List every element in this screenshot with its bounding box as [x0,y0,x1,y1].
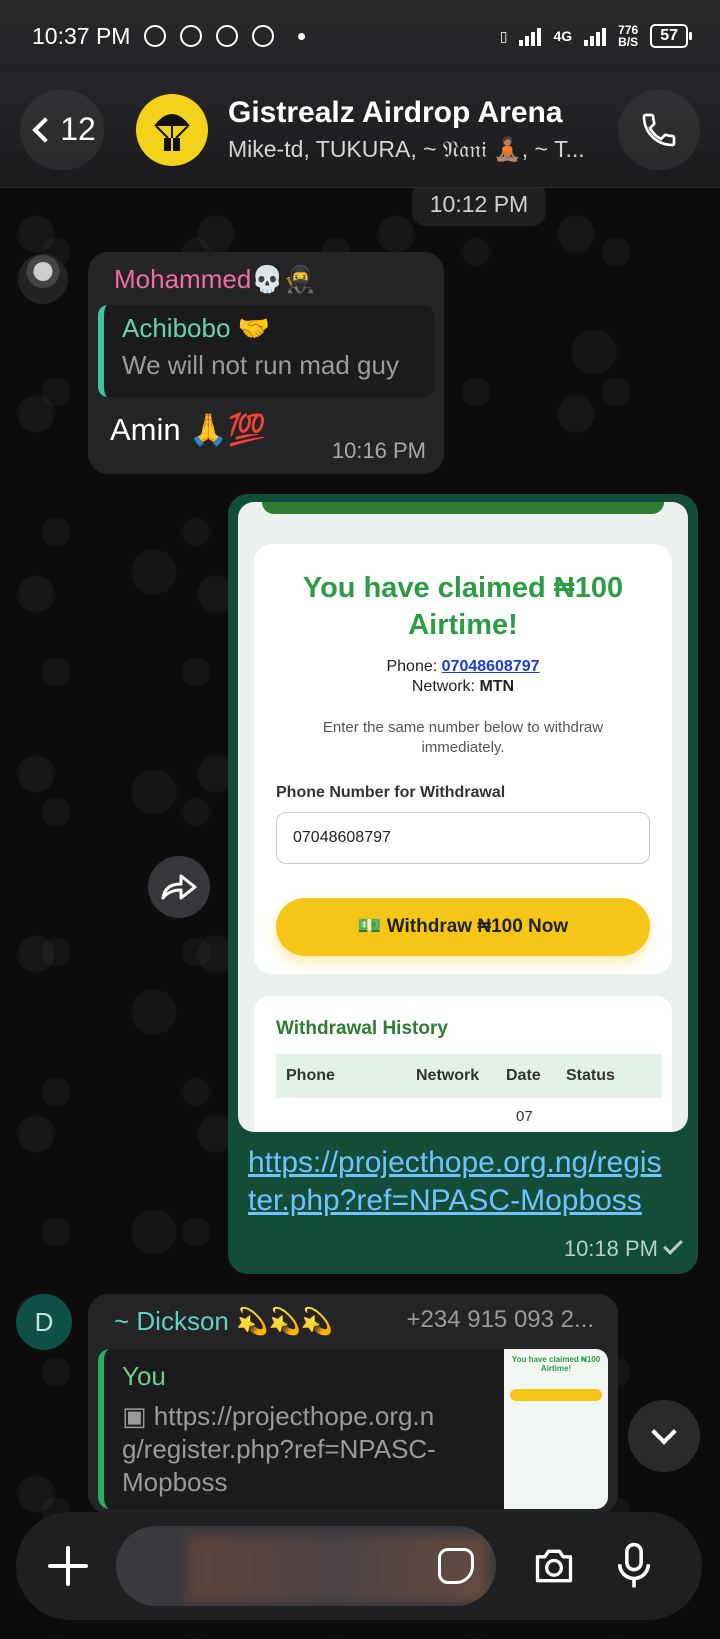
whatsapp-icon [144,25,167,47]
blocked-icon [180,25,203,47]
message-input-wrapper [116,1526,496,1606]
reply-thumbnail: You have claimed ₦100 Airtime! [504,1349,608,1509]
forward-button[interactable] [148,856,210,918]
status-time: 10:37 PM [32,22,131,49]
message-link[interactable]: https://projecthope.org.ng/register.php?… [248,1144,668,1220]
phone-input-display: 07048608797 [276,812,650,864]
screenshot-topbar [262,502,664,514]
thumb-title: You have claimed ₦100 Airtime! [511,1355,601,1373]
outgoing-message[interactable]: You have claimed ₦100 Airtime! Phone: 07… [228,494,698,1274]
sticker-icon[interactable] [438,1548,474,1584]
scroll-to-bottom-button[interactable] [628,1400,700,1472]
reply-link: https://projecthope.org.ng/register.php?… [122,1401,436,1497]
col-network: Network [416,1067,480,1084]
image-attachment[interactable]: You have claimed ₦100 Airtime! Phone: 07… [238,502,688,1132]
chat-header: 12 Gistrealz Airdrop Arena Mike-td, TUKU… [0,72,720,188]
incoming-message-2[interactable]: ~ Dickson 💫💫💫 +234 915 093 2... You ▣ ht… [88,1294,618,1514]
battery-icon: 57 [650,24,692,48]
image-icon: ▣ [122,1401,154,1431]
attach-plus-button[interactable] [40,1538,96,1594]
claim-hint: Enter the same number below to withdraw … [322,719,604,756]
claim-title: You have claimed ₦100 Airtime! [302,572,624,641]
chevron-down-icon [651,1419,677,1445]
quoted-reply[interactable]: You ▣ https://projecthope.org.ng/registe… [98,1349,608,1509]
network-label: Network: [411,678,475,695]
network-type: 4G [553,28,573,44]
whatsapp-icon-2 [216,25,239,47]
thumb-button [510,1389,602,1401]
unread-count: 12 [60,111,96,147]
reply-link-text: ▣ https://projecthope.org.ng/register.ph… [104,1392,444,1499]
composer-bar [16,1512,702,1620]
signal-bars-icon-2 [584,26,607,46]
row-date: 07 [516,1108,533,1125]
network-value: MTN [479,678,515,695]
chat-title: Gistrealz Airdrop Arena [228,96,563,129]
withdrawal-history: Withdrawal History Phone Network Date St… [254,996,672,1132]
col-phone: Phone [286,1067,335,1084]
forward-icon [161,874,197,900]
microphone-icon [617,1542,651,1588]
incoming-message[interactable]: Mohammed💀🥷 Achibobo 🤝 We will not run ma… [88,252,444,474]
phone-label: Phone: [386,658,438,675]
camera-button[interactable] [532,1544,576,1588]
signal-bars-icon [519,26,542,46]
quoted-text: We will not run mad guy [122,350,399,380]
message-time: 10:18 PM [563,1235,683,1262]
chevron-left-icon [32,116,58,143]
message-time: 10:16 PM [331,438,426,463]
history-title: Withdrawal History [276,1018,448,1039]
quoted-message[interactable]: Achibobo 🤝 We will not run mad guy [98,305,434,397]
claim-card: You have claimed ₦100 Airtime! Phone: 07… [254,544,672,974]
history-header: Phone Network Date Status [276,1054,662,1098]
chat-title-area[interactable]: Gistrealz Airdrop Arena Mike-td, TUKURA,… [228,96,618,163]
back-button[interactable]: 12 [20,89,104,170]
sender-name[interactable]: Mohammed💀🥷 [88,252,444,295]
status-bar: 10:37 PM ▯ 4G 776 B/S 57 [0,0,720,72]
quoted-sender: Achibobo 🤝 [122,313,271,343]
chat-members: Mike-td, TUKURA, ~ 𝔑𝔞𝔫𝔦 🧘🏽, ~ T... [228,136,585,162]
theme-icon [252,25,275,47]
phone-icon [642,113,676,146]
date-chip: 10:12 PM [412,182,546,226]
parachute-gift-icon [154,113,190,151]
history-row: 07 [276,1108,672,1125]
sender-avatar[interactable] [18,254,68,304]
more-notifications-dot [298,32,306,40]
withdraw-button-display: 💵 Withdraw ₦100 Now [276,898,650,956]
vibrate-icon: ▯ [499,27,508,44]
phone-line: Phone: 07048608797 [254,658,672,676]
sent-check-icon [663,1235,683,1255]
voice-note-button[interactable] [612,1541,656,1591]
col-date: Date [506,1067,541,1084]
voice-call-button[interactable] [618,89,700,170]
data-speed: 776 B/S [618,24,638,48]
camera-icon [535,1549,573,1583]
network-line: Network: MTN [254,678,672,696]
sender-avatar-d[interactable]: D [16,1294,72,1350]
time-text: 10:18 PM [563,1236,658,1261]
sender-name[interactable]: ~ Dickson 💫💫💫 [114,1306,333,1337]
phone-link: 07048608797 [441,658,540,675]
sender-phone: +234 915 093 2... [406,1306,595,1333]
col-status: Status [566,1067,615,1084]
group-avatar[interactable] [136,93,208,166]
speed-unit: B/S [618,35,639,49]
input-label: Phone Number for Withdrawal [276,784,506,801]
message-header: ~ Dickson 💫💫💫 +234 915 093 2... [88,1294,618,1337]
